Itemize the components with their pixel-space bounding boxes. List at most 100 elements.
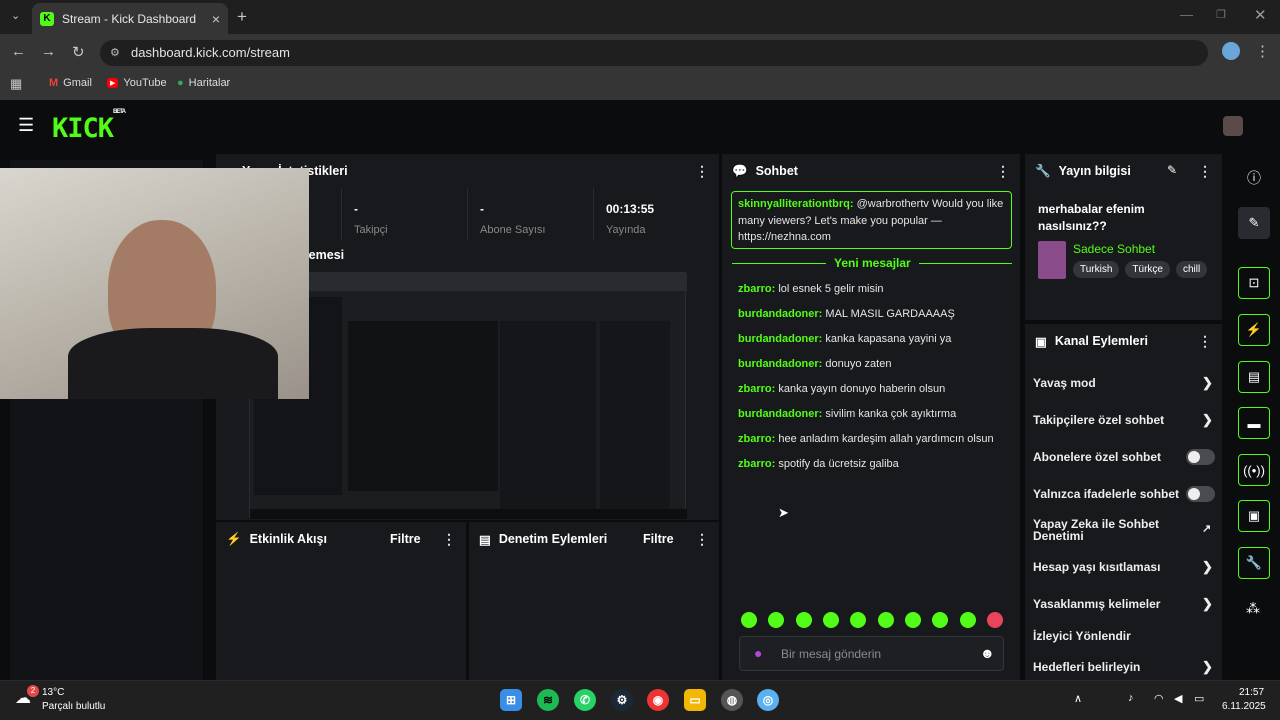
chat-username[interactable]: burdandadoner: — [738, 358, 822, 370]
obs-icon[interactable]: ◍ — [721, 689, 743, 711]
chat-username[interactable]: zbarro: — [738, 283, 775, 295]
back-icon[interactable]: ← — [11, 43, 26, 60]
chevron-right-icon[interactable]: ❯ — [1202, 659, 1213, 675]
wifi-icon[interactable]: ◠ — [1154, 692, 1164, 705]
stream-info-menu-icon[interactable]: ⋮ — [1198, 163, 1212, 180]
emote-icon[interactable] — [795, 612, 812, 628]
steam-icon[interactable]: ⚙ — [611, 689, 633, 711]
chrome-icon[interactable]: ◉ — [647, 689, 669, 711]
edit-rail-icon[interactable]: ✎ — [1238, 207, 1270, 239]
chat-username[interactable]: zbarro: — [738, 433, 775, 445]
banned-words-row[interactable]: Yasaklanmış kelimeler — [1033, 597, 1160, 611]
address-bar[interactable]: ⚙ dashboard.kick.com/stream — [100, 40, 1208, 66]
chat-input[interactable]: ● Bir mesaj gönderin ☻ — [739, 636, 1004, 671]
emoji-picker-icon[interactable]: ☻ — [980, 645, 995, 661]
file-explorer-icon[interactable]: ▭ — [684, 689, 706, 711]
maximize-icon[interactable]: ❐ — [1216, 8, 1226, 21]
raid-row[interactable]: İzleyici Yönlendir — [1033, 629, 1131, 643]
slow-mode-row[interactable]: Yavaş mod — [1033, 376, 1096, 390]
category-link[interactable]: Sadece Sohbet — [1073, 242, 1155, 256]
minimize-icon[interactable]: — — [1180, 7, 1193, 22]
moderation-filter-button[interactable]: Filtre — [643, 532, 674, 546]
goals-row[interactable]: Hedefleri belirleyin — [1033, 660, 1140, 674]
category-thumbnail[interactable] — [1038, 241, 1066, 279]
activity-filter-button[interactable]: Filtre — [390, 532, 421, 546]
emote-only-toggle[interactable] — [1186, 486, 1215, 502]
emote-icon[interactable] — [850, 612, 867, 628]
volume-icon[interactable]: ◀ — [1174, 692, 1182, 705]
microphone-icon[interactable]: ● — [754, 645, 762, 661]
document-rail-icon[interactable]: ▤ — [1238, 361, 1270, 393]
window-close-icon[interactable]: ✕ — [1254, 6, 1267, 24]
browser-tab[interactable]: K Stream - Kick Dashboard × — [32, 3, 228, 34]
browser-menu-icon[interactable]: ⋮ — [1255, 42, 1270, 60]
chat-username[interactable]: burdandadoner: — [738, 308, 822, 320]
emote-icon[interactable] — [822, 612, 839, 628]
channel-rail-icon[interactable]: ▣ — [1238, 500, 1270, 532]
app-icon[interactable]: ◎ — [757, 689, 779, 711]
chevron-right-icon[interactable]: ❯ — [1202, 412, 1213, 428]
edit-pencil-icon[interactable]: ✎ — [1167, 163, 1177, 177]
user-avatar[interactable] — [1223, 116, 1243, 136]
emote-icon[interactable] — [877, 612, 894, 628]
tab-search-icon[interactable]: ⌄ — [11, 9, 20, 22]
site-info-icon[interactable]: ⚙ — [110, 40, 120, 66]
chat-username[interactable]: burdandadoner: — [738, 408, 822, 420]
mic-tray-icon[interactable]: ♪ — [1128, 692, 1134, 704]
chevron-right-icon[interactable]: ❯ — [1202, 559, 1213, 575]
subscribers-only-toggle[interactable] — [1186, 449, 1215, 465]
temperature-text[interactable]: 13°C — [42, 687, 64, 698]
kick-logo[interactable]: KICKBETA — [52, 109, 126, 144]
profile-avatar[interactable] — [1222, 42, 1240, 60]
tag-chip[interactable]: chill — [1175, 261, 1208, 278]
stream-preview-video[interactable] — [249, 272, 687, 519]
activity-menu-icon[interactable]: ⋮ — [442, 531, 456, 548]
windows-start-icon[interactable]: ⊞ — [500, 689, 522, 711]
ai-moderation-row[interactable]: Yapay Zeka ile Sohbet Denetimi — [1033, 518, 1183, 542]
bookmark-maps[interactable]: ● Haritalar — [177, 77, 230, 89]
lightning-rail-icon[interactable]: ⚡ — [1238, 314, 1270, 346]
reload-icon[interactable]: ↻ — [72, 43, 85, 61]
clock-time[interactable]: 21:57 — [1239, 687, 1264, 698]
new-tab-icon[interactable]: + — [237, 7, 247, 27]
emote-icon[interactable] — [904, 612, 921, 628]
hamburger-menu-icon[interactable]: ☰ — [18, 115, 34, 136]
chat-menu-icon[interactable]: ⋮ — [996, 163, 1010, 180]
wrench-rail-icon[interactable]: 🔧 — [1238, 547, 1270, 579]
spotify-icon[interactable]: ≋ — [537, 689, 559, 711]
apps-grid-icon[interactable]: ▦ — [10, 76, 22, 92]
emote-icon[interactable] — [741, 612, 757, 628]
tag-chip[interactable]: Turkish — [1073, 261, 1120, 278]
tag-chip[interactable]: Türkçe — [1125, 261, 1170, 278]
emote-icon[interactable] — [768, 612, 785, 628]
chevron-right-icon[interactable]: ❯ — [1202, 596, 1213, 612]
bookmark-youtube[interactable]: ▶ YouTube — [107, 77, 167, 89]
bookmark-gmail[interactable]: M Gmail — [49, 77, 92, 89]
tray-chevron-icon[interactable]: ∧ — [1074, 692, 1082, 705]
channel-actions-menu-icon[interactable]: ⋮ — [1198, 333, 1212, 350]
external-link-icon[interactable]: ↗ — [1202, 522, 1211, 535]
info-icon[interactable]: ⓘ — [1247, 168, 1261, 188]
whatsapp-icon[interactable]: ✆ — [574, 689, 596, 711]
weather-text[interactable]: Parçalı bulutlu — [42, 701, 105, 712]
chevron-right-icon[interactable]: ❯ — [1202, 375, 1213, 391]
clip-rail-icon[interactable]: ⊡ — [1238, 267, 1270, 299]
close-tab-icon[interactable]: × — [212, 11, 220, 27]
moderation-menu-icon[interactable]: ⋮ — [695, 531, 709, 548]
clock-date[interactable]: 6.11.2025 — [1222, 701, 1266, 712]
network-icon[interactable]: ⁂ — [1246, 600, 1260, 617]
account-age-row[interactable]: Hesap yaşı kısıtlaması — [1033, 560, 1160, 574]
followers-only-row[interactable]: Takipçilere özel sohbet — [1033, 413, 1164, 427]
stats-menu-icon[interactable]: ⋮ — [695, 163, 709, 180]
chat-username[interactable]: burdandadoner: — [738, 333, 822, 345]
chat-rail-icon[interactable]: ▬ — [1238, 407, 1270, 439]
emote-icon[interactable] — [932, 612, 949, 628]
pinned-user[interactable]: skinnyalliterationtbrq: — [738, 198, 854, 210]
chat-username[interactable]: zbarro: — [738, 458, 775, 470]
chat-username[interactable]: zbarro: — [738, 383, 775, 395]
broadcast-rail-icon[interactable]: ((•)) — [1238, 454, 1270, 486]
battery-icon[interactable]: ▭ — [1194, 692, 1204, 705]
emote-icon[interactable] — [986, 612, 1003, 628]
emote-icon[interactable] — [959, 612, 976, 628]
forward-icon[interactable]: → — [41, 43, 56, 60]
